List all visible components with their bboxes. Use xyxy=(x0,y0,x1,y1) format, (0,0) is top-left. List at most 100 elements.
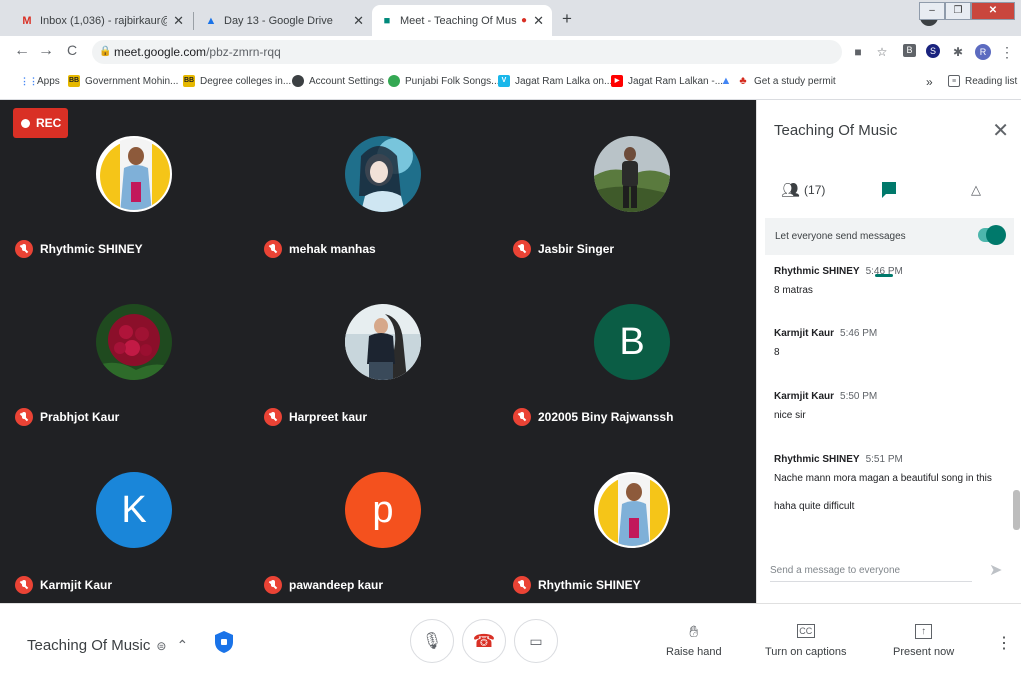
avatar-rhythmic-shiney xyxy=(594,472,670,548)
menu-icon[interactable]: ⋮ xyxy=(999,44,1015,60)
maple-leaf-icon: ♣ xyxy=(739,75,747,87)
tab-gmail[interactable]: M Inbox (1,036) - rajbirkaur@devsa ✕ xyxy=(12,5,192,36)
copy-link-icon[interactable]: ⊜ xyxy=(156,639,166,653)
microphone-button[interactable]: 🎙︎ xyxy=(410,619,454,663)
window-controls: – ❐ ✕ xyxy=(919,2,1015,20)
raise-hand-label: Raise hand xyxy=(666,646,722,658)
close-tab-icon[interactable]: ✕ xyxy=(173,13,184,29)
chat-message: Karmjit Kaur 5:46 PM 8 xyxy=(774,328,1004,360)
maximize-button[interactable]: ❐ xyxy=(945,2,971,20)
globe-icon xyxy=(292,75,304,87)
present-label: Present now xyxy=(893,646,955,658)
message-time: 5:46 PM xyxy=(840,328,878,339)
participant-tile[interactable]: B 202005 Biny Rajwanssh xyxy=(513,270,753,430)
puzzle-icon[interactable]: ✱ xyxy=(950,44,966,60)
mic-muted-icon xyxy=(513,408,531,426)
message-time: 5:51 PM xyxy=(865,454,903,465)
participant-name: Karmjit Kaur xyxy=(15,576,112,594)
tab-meet[interactable]: ■ Meet - Teaching Of Music ● ✕ xyxy=(372,5,552,36)
meeting-details[interactable]: Teaching Of Music ⊜ ⌃ xyxy=(27,637,188,654)
forward-icon[interactable]: → xyxy=(36,42,56,60)
close-panel-icon[interactable]: ✕ xyxy=(992,118,1009,143)
hand-icon: ✋︎ xyxy=(689,624,699,641)
chat-icon xyxy=(882,182,896,198)
chat-scrollbar[interactable] xyxy=(1013,490,1020,530)
leave-call-button[interactable]: ☎︎ xyxy=(462,619,506,663)
raise-hand-button[interactable]: ✋︎ Raise hand xyxy=(666,624,722,658)
bookmark-item[interactable]: Account Settings xyxy=(292,75,384,87)
chat-message-input[interactable]: Send a message to everyone xyxy=(770,562,972,582)
people-count: (17) xyxy=(804,183,826,197)
shapes-icon: △ xyxy=(971,182,981,197)
allow-messages-toggle[interactable] xyxy=(978,225,1006,245)
mic-muted-icon xyxy=(15,240,33,258)
bb-icon: BB xyxy=(68,75,80,87)
participant-name-text: pawandeep kaur xyxy=(289,578,384,592)
reload-icon[interactable]: C xyxy=(62,42,82,58)
mic-muted-icon xyxy=(15,576,33,594)
close-tab-icon[interactable]: ✕ xyxy=(533,13,544,29)
extension-s-icon[interactable]: S xyxy=(926,44,940,58)
tab-people[interactable]: 👥︎ (17) xyxy=(781,172,825,208)
bookmark-item[interactable]: BB Government Mohin... xyxy=(68,75,178,87)
reading-list-icon: ≡ xyxy=(948,75,960,87)
vimeo-icon: V xyxy=(498,75,510,87)
new-tab-button[interactable]: + xyxy=(556,9,578,31)
avatar-letter-b: B xyxy=(594,304,670,380)
chevron-up-icon[interactable]: ⌃ xyxy=(176,637,188,654)
tab-drive[interactable]: ▲ Day 13 - Google Drive ✕ xyxy=(196,5,372,36)
bookmark-item[interactable]: ▶ Jagat Ram Lalkan -... xyxy=(611,75,723,87)
message-time: 5:50 PM xyxy=(840,391,878,402)
avatar-prabhjot-kaur xyxy=(96,304,172,380)
bookmark-apps[interactable]: ⋮⋮ Apps xyxy=(20,75,60,87)
bb-icon: BB xyxy=(183,75,195,87)
tab-activities[interactable]: △ xyxy=(971,172,981,208)
message-text: 8 xyxy=(774,347,780,358)
back-icon[interactable]: ← xyxy=(12,42,32,60)
present-button[interactable]: ↑ Present now xyxy=(893,624,954,658)
host-controls-shield-icon[interactable] xyxy=(214,630,234,654)
chat-message: Rhythmic SHINEY 5:46 PM 8 matras xyxy=(774,266,1004,298)
captions-button[interactable]: CC Turn on captions xyxy=(765,624,847,658)
participant-tile[interactable]: Rhythmic SHINEY xyxy=(513,438,753,598)
meeting-title: Teaching Of Music xyxy=(27,637,151,654)
bookmark-item[interactable]: BB Degree colleges in... xyxy=(183,75,291,87)
participant-tile[interactable]: K Karmjit Kaur xyxy=(15,438,255,598)
participant-name: Harpreet kaur xyxy=(264,408,367,426)
participant-tile[interactable]: Jasbir Singer xyxy=(513,102,753,262)
lock-icon: 🔒 xyxy=(99,46,112,57)
participant-tile[interactable]: mehak manhas xyxy=(264,102,504,262)
panel-tabs: 👥︎ (17) △ xyxy=(757,172,1021,277)
bookmark-item[interactable]: ▲ ♣ Get a study permit xyxy=(720,75,836,87)
close-window-button[interactable]: ✕ xyxy=(971,2,1015,20)
bookmark-item[interactable]: Punjabi Folk Songs... xyxy=(388,75,500,87)
apps-grid-icon: ⋮⋮ xyxy=(20,76,38,86)
recording-indicator-icon: ● xyxy=(521,15,528,26)
bookmark-item[interactable]: V Jagat Ram Lalka on... xyxy=(498,75,612,87)
participant-name: 202005 Biny Rajwanssh xyxy=(513,408,673,426)
participant-tile[interactable]: p pawandeep kaur xyxy=(264,438,504,598)
tab-title: Meet - Teaching Of Music xyxy=(400,14,518,27)
extension-b-icon[interactable]: B xyxy=(903,44,916,57)
more-bookmarks-icon[interactable]: » xyxy=(926,75,933,89)
send-icon[interactable]: ➤ xyxy=(989,560,1002,580)
minimize-button[interactable]: – xyxy=(919,2,945,20)
more-options-icon[interactable]: ⋮ xyxy=(996,636,1012,652)
message-sender: Karmjit Kaur xyxy=(774,391,835,402)
participant-name-text: Rhythmic SHINEY xyxy=(40,242,143,256)
participant-tile[interactable]: Harpreet kaur xyxy=(264,270,504,430)
camera-icon[interactable]: ■ xyxy=(850,44,866,60)
drive-icon: ▲ xyxy=(720,75,732,87)
reading-list[interactable]: ≡ Reading list xyxy=(948,75,1017,87)
address-input[interactable]: 🔒 meet.google.com/pbz-zmrn-rqq xyxy=(92,40,842,64)
profile-avatar[interactable]: R xyxy=(975,44,991,60)
camera-button[interactable]: ▭ xyxy=(514,619,558,663)
participant-name-text: 202005 Biny Rajwanssh xyxy=(538,410,674,424)
participant-tile[interactable]: Prabhjot Kaur xyxy=(15,270,255,430)
star-icon[interactable]: ☆ xyxy=(874,44,890,60)
participant-tile[interactable]: Rhythmic SHINEY xyxy=(15,102,255,262)
bookmark-label: Account Settings xyxy=(309,75,385,87)
close-tab-icon[interactable]: ✕ xyxy=(353,13,364,29)
meeting-controls-bar: Teaching Of Music ⊜ ⌃ 🎙︎ ☎︎ ▭ ✋︎ Raise h… xyxy=(0,603,1021,685)
tab-chat[interactable] xyxy=(881,172,897,208)
